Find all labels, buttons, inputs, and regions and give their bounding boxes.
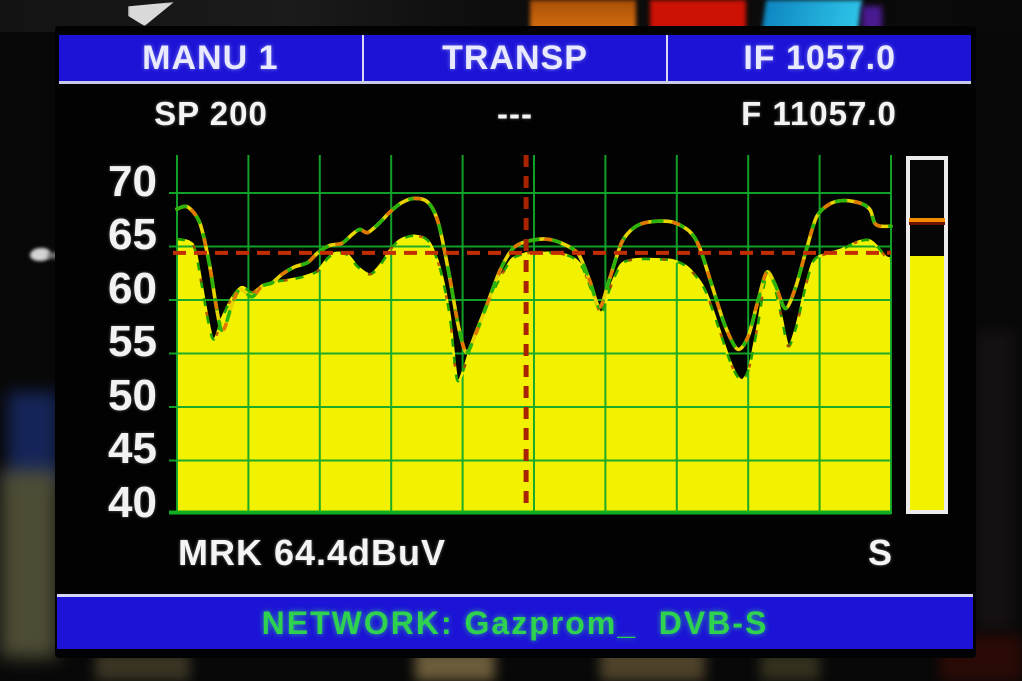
y-axis-label-55: 55 bbox=[65, 320, 157, 364]
subheader-row: SP 200---F 11057.0 bbox=[59, 92, 971, 136]
y-axis-label-45: 45 bbox=[65, 427, 157, 471]
trace-mode-indicator: S bbox=[854, 532, 906, 574]
y-axis-label-40: 40 bbox=[65, 481, 157, 525]
signal-level-bar bbox=[906, 156, 948, 514]
header-segment-2[interactable]: TRANSP bbox=[362, 35, 667, 81]
header-segment-1[interactable]: MANU 1 bbox=[59, 35, 362, 81]
y-axis-label-65: 65 bbox=[65, 213, 157, 257]
signal-level-bar-inner bbox=[910, 160, 944, 510]
header-bar: MANU 1TRANSPIF 1057.0 bbox=[59, 35, 971, 84]
header-segment-3[interactable]: IF 1057.0 bbox=[666, 35, 971, 81]
network-status-text: NETWORK: Gazprom_ DVB-S bbox=[262, 605, 769, 642]
y-axis-label-50: 50 bbox=[65, 374, 157, 418]
subheader-cell-1: SP 200 bbox=[59, 92, 363, 136]
analyzer-screen: MANU 1TRANSPIF 1057.0 SP 200---F 11057.0… bbox=[55, 26, 976, 658]
network-status-bar: NETWORK: Gazprom_ DVB-S bbox=[57, 594, 973, 649]
y-axis-label-60: 60 bbox=[65, 267, 157, 311]
signal-level-fill bbox=[910, 256, 944, 510]
spectrum-plot bbox=[177, 155, 891, 514]
meter-photo-frame: MANU 1TRANSPIF 1057.0 SP 200---F 11057.0… bbox=[0, 0, 1022, 681]
subheader-cell-2: --- bbox=[363, 92, 667, 136]
bg-right-column bbox=[975, 330, 1015, 630]
marker-readout: MRK 64.4dBuV bbox=[178, 532, 446, 574]
spectrum-chart bbox=[177, 155, 891, 514]
bg-olive-blob-left bbox=[0, 470, 58, 658]
subheader-cell-3: F 11057.0 bbox=[667, 92, 971, 136]
signal-peak-marker bbox=[909, 218, 945, 222]
y-axis-label-70: 70 bbox=[65, 160, 157, 204]
